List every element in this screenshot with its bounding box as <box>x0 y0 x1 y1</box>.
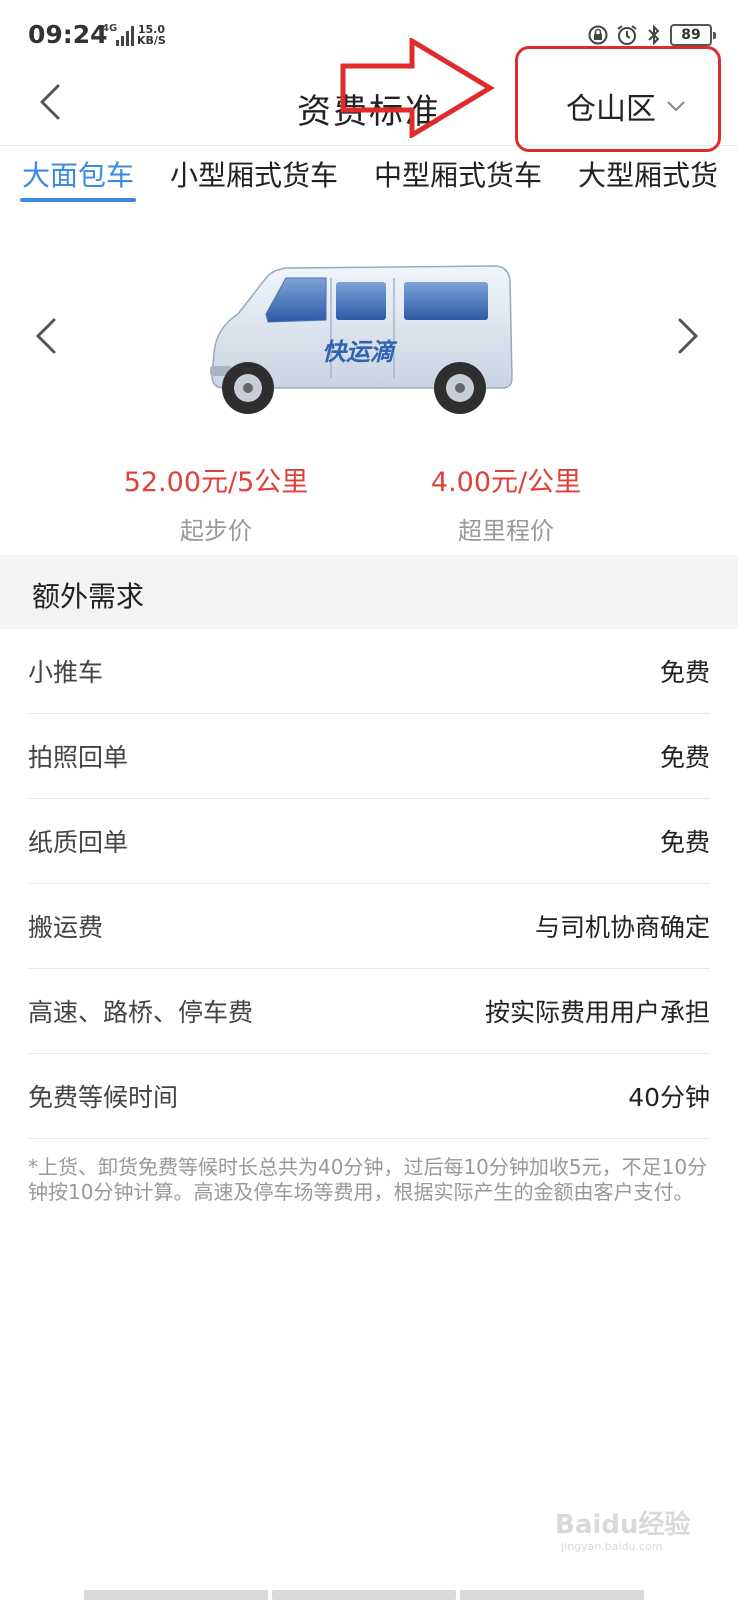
watermark-sub: jingyan.baidu.com <box>561 1540 663 1553</box>
watermark-text: Baidu经验 <box>555 1510 691 1540</box>
extras-list: 小推车 免费 拍照回单 免费 纸质回单 免费 搬运费 与司机协商确定 高速、路桥… <box>28 629 710 1139</box>
extra-price-block: 4.00元/公里 超里程价 <box>386 460 626 546</box>
network-speed-unit: KB/S <box>137 34 166 47</box>
tab-large-box-truck[interactable]: 大型厢式货 <box>578 146 718 208</box>
list-item: 拍照回单 免费 <box>28 714 710 799</box>
network-type: 4G <box>102 23 118 34</box>
network-speed: 15.0 KB/S <box>137 24 166 46</box>
item-label: 高速、路桥、停车费 <box>28 998 254 1027</box>
alarm-icon <box>617 25 637 45</box>
chevron-down-icon <box>667 101 685 112</box>
baidu-watermark: Baidu经验 jingyan.baidu.com <box>555 1502 695 1562</box>
start-price-label: 起步价 <box>180 517 252 545</box>
extras-title: 额外需求 <box>32 580 145 613</box>
list-item: 搬运费 与司机协商确定 <box>28 884 710 969</box>
item-value: 按实际费用用户承担 <box>484 998 710 1027</box>
list-item: 纸质回单 免费 <box>28 799 710 884</box>
battery-icon: 89 <box>670 24 716 46</box>
lock-icon <box>588 25 608 45</box>
item-label: 搬运费 <box>28 913 104 942</box>
start-price-block: 52.00元/5公里 起步价 <box>96 460 336 546</box>
extras-section-header: 额外需求 <box>0 555 738 629</box>
list-item: 高速、路桥、停车费 按实际费用用户承担 <box>28 969 710 1054</box>
tab-medium-box-truck[interactable]: 中型厢式货车 <box>374 146 542 208</box>
bluetooth-icon <box>648 24 660 46</box>
extra-price-value: 4.00元/公里 <box>430 467 582 498</box>
item-value: 与司机协商确定 <box>534 913 710 942</box>
tab-small-box-truck[interactable]: 小型厢式货车 <box>170 146 338 208</box>
item-label: 纸质回单 <box>28 828 129 857</box>
district-label: 仓山区 <box>566 92 656 127</box>
status-icons: 89 <box>588 24 716 46</box>
item-label: 拍照回单 <box>28 743 129 772</box>
status-time: 09:24 <box>28 20 108 49</box>
bottom-bar-segment <box>460 1590 644 1600</box>
status-bar: 09:24 4G 15.0 KB/S 89 <box>0 0 738 62</box>
item-value: 免费 <box>659 743 710 772</box>
item-label: 免费等候时间 <box>28 1083 179 1112</box>
item-value: 免费 <box>659 658 710 687</box>
list-item: 小推车 免费 <box>28 629 710 714</box>
van-image: 快运滴 <box>210 265 513 414</box>
start-price-value: 52.00元/5公里 <box>123 467 309 498</box>
bottom-bar-segment <box>84 1590 268 1600</box>
vehicle-tabs: 大面包车 小型厢式货车 中型厢式货车 大型厢式货 <box>0 146 738 208</box>
extra-price-label: 超里程价 <box>458 517 554 545</box>
item-label: 小推车 <box>28 658 104 687</box>
fee-note: *上货、卸货免费等候时长总共为40分钟，过后每10分钟加收5元，不足10分钟按1… <box>28 1155 708 1204</box>
bottom-bar-strip <box>84 1590 644 1600</box>
app-header: 资费标准 仓山区 <box>0 62 738 146</box>
item-value: 免费 <box>659 828 710 857</box>
prev-vehicle-icon[interactable] <box>28 316 68 356</box>
van-brand-text: 快运滴 <box>322 339 398 366</box>
bottom-bar-segment <box>272 1590 456 1600</box>
signal-icon <box>116 26 134 46</box>
list-item: 免费等候时间 40分钟 <box>28 1054 710 1139</box>
district-selector[interactable]: 仓山区 <box>566 84 686 128</box>
tab-large-van[interactable]: 大面包车 <box>19 146 137 208</box>
item-value: 40分钟 <box>628 1083 710 1112</box>
next-vehicle-icon[interactable] <box>666 316 706 356</box>
